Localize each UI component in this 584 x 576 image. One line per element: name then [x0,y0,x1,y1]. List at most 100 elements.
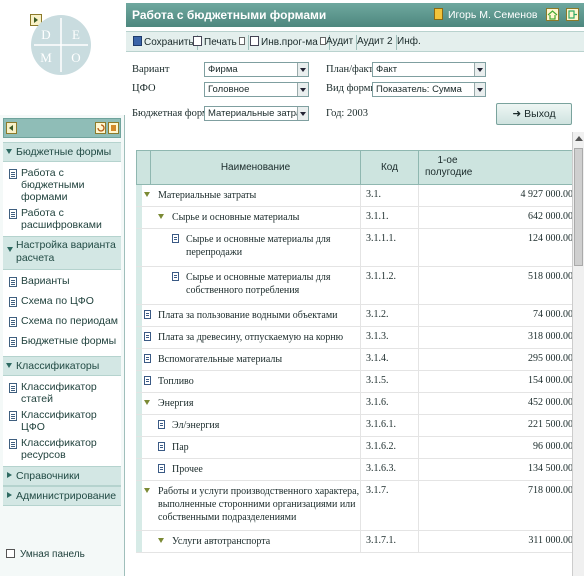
row-value[interactable]: 74 000.00 [533,309,573,320]
sidebar-item[interactable]: Бюджетные формы [3,333,121,353]
row-value[interactable]: 4 927 000.00 [521,189,574,200]
table-row[interactable]: Топливо 3.1.5. 154 000.00 [136,371,577,393]
header-code[interactable]: Код [361,151,419,184]
header-period[interactable]: 1-ое полугодие [419,151,476,184]
view-form-dropdown-icon[interactable] [474,83,485,96]
row-value[interactable]: 642 000.00 [528,211,573,222]
variant-select[interactable]: Фирма [204,62,309,77]
panel-toggle-icon[interactable] [6,122,17,134]
sidebar-item[interactable]: Классификатор ЦФО [3,407,121,435]
exit-button[interactable]: ➜ Выход [496,103,572,125]
print-button[interactable]: Печать [190,35,249,50]
table-row[interactable]: Прочее 3.1.6.3. 134 500.00 [136,459,577,481]
table-row[interactable]: Плата за древесину, отпускаемую на корню… [136,327,577,349]
table-row[interactable]: Пар 3.1.6.2. 96 000.00 [136,437,577,459]
smart-panel-checkbox[interactable] [6,549,15,558]
smart-panel-toggle[interactable]: Умная панель [6,549,85,560]
sidebar-item[interactable]: Варианты [3,273,121,293]
column-divider [360,267,361,304]
sidebar-section-header[interactable]: Администрирование [3,486,121,506]
sidebar-item[interactable]: Работа с расшифровками [3,205,121,233]
sidebar-item[interactable]: Классификатор статей [3,379,121,407]
planfact-label: План/факт [326,64,374,75]
exit-icon: ➜ [512,108,522,120]
table-row[interactable]: Сырье и основные материалы для перепрода… [136,229,577,267]
sidebar-section-header[interactable]: Бюджетные формы [3,142,121,162]
column-divider [360,185,361,206]
document-icon [144,332,151,341]
row-code: 3.1.7.1. [366,535,396,546]
home-icon[interactable] [546,8,559,21]
inv-program-button[interactable]: Инв.прог-ма [247,35,330,50]
audit-button[interactable]: Аудит [323,35,358,50]
view-form-label: Вид формы [326,83,378,94]
row-value[interactable]: 318 000.00 [528,331,573,342]
row-code: 3.1.7. [366,485,389,496]
table-row[interactable]: Услуги автотранспорта 3.1.7.1. 311 000.00 [136,531,577,553]
user-name[interactable]: Игорь М. Семенов [448,9,538,21]
vertical-scrollbar[interactable] [572,132,584,576]
budget-form-select[interactable]: Материальные затраты [204,106,309,121]
budget-form-value: Материальные затраты [208,108,309,119]
save-button[interactable]: Сохранить [130,35,198,50]
demo-logo: D E M O [31,15,91,75]
budget-form-dropdown-icon[interactable] [297,107,308,120]
sidebar-section-header[interactable]: Классификаторы [3,356,121,376]
row-value[interactable]: 96 000.00 [533,441,573,452]
table-row[interactable]: Эл/энергия 3.1.6.1. 221 500.00 [136,415,577,437]
sidebar-group: Классификатор статей Классификатор ЦФО Кла… [3,376,121,466]
scroll-up-icon[interactable] [575,136,583,141]
row-gutter [136,349,142,370]
table-row[interactable]: Плата за пользование водными объектами 3.… [136,305,577,327]
table-row[interactable]: Энергия 3.1.6. 452 000.00 [136,393,577,415]
row-value[interactable]: 134 500.00 [528,463,573,474]
expand-triangle-icon[interactable] [158,538,164,543]
logout-icon[interactable] [566,8,579,21]
variant-dropdown-icon[interactable] [297,63,308,76]
scroll-thumb[interactable] [574,148,583,266]
document-icon [9,169,17,179]
row-value[interactable]: 311 000.00 [528,535,573,546]
sidebar-item[interactable]: Работа с бюджетными формами [3,165,121,205]
row-value[interactable]: 718 000.00 [528,485,573,496]
expand-triangle-icon[interactable] [144,192,150,197]
expand-triangle-icon[interactable] [158,214,164,219]
table-row[interactable]: Работы и услуги производственного характ… [136,481,577,531]
cfo-select[interactable]: Головное [204,82,309,97]
audit2-button[interactable]: Аудит 2 [354,35,397,50]
expand-triangle-icon[interactable] [144,488,150,493]
row-value[interactable]: 518 000.00 [528,271,573,282]
cfo-dropdown-icon[interactable] [297,83,308,96]
smart-panel-label: Умная панель [20,549,85,560]
title-bar: Работа с бюджетными формами Игорь М. Сем… [126,3,584,27]
refresh-icon[interactable] [95,122,106,134]
row-code: 3.1.3. [366,331,389,342]
info-button[interactable]: Инф. [394,35,424,50]
row-value[interactable]: 124 000.00 [528,233,573,244]
sidebar-item[interactable]: Классификатор ресурсов [3,435,121,463]
sidebar-item[interactable]: Схема по ЦФО [3,293,121,313]
table-row[interactable]: Сырье и основные материалы для собственн… [136,267,577,305]
row-code: 3.1.6. [366,397,389,408]
row-value[interactable]: 452 000.00 [528,397,573,408]
header-name[interactable]: Наименование [151,151,361,184]
document-icon [172,234,179,243]
sidebar-item[interactable]: Схема по периодам [3,313,121,333]
planfact-select[interactable]: Факт [372,62,486,77]
planfact-dropdown-icon[interactable] [474,63,485,76]
table-row[interactable]: Вспомогательные материалы 3.1.4. 295 000.0… [136,349,577,371]
sidebar-section-header[interactable]: Справочники [3,466,121,486]
row-code: 3.1.6.1. [366,419,396,430]
sidebar-section-header[interactable]: Настройка варианта расчета [3,236,121,270]
expand-triangle-icon[interactable] [144,400,150,405]
row-code: 3.1.5. [366,375,389,386]
row-value[interactable]: 154 000.00 [528,375,573,386]
table-row[interactable]: Сырье и основные материалы 3.1.1. 642 000.… [136,207,577,229]
view-form-select[interactable]: Показатель: Сумма [372,82,486,97]
row-gutter [136,371,142,392]
column-divider [418,229,419,266]
table-row[interactable]: Материальные затраты 3.1. 4 927 000.00 [136,185,577,207]
settings-icon[interactable] [108,122,119,134]
row-value[interactable]: 295 000.00 [528,353,573,364]
row-value[interactable]: 221 500.00 [528,419,573,430]
